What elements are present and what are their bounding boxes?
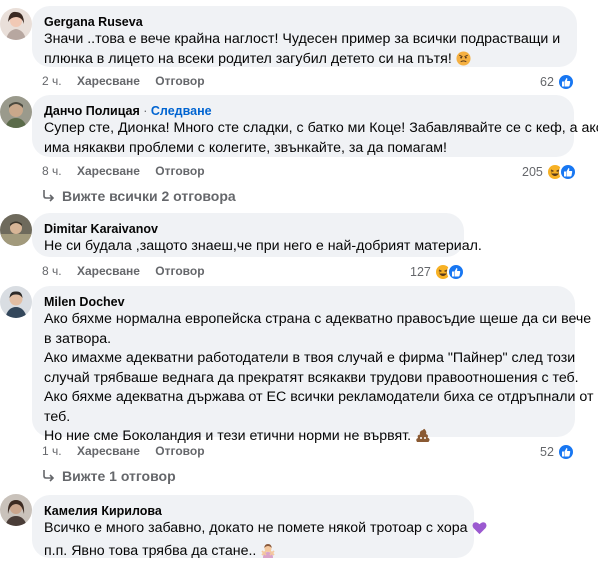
reply-button[interactable]: Отговор: [155, 444, 204, 458]
comment-author[interactable]: Gergana Ruseva: [44, 14, 565, 30]
view-replies-label: Вижте 1 отговор: [62, 468, 176, 484]
purple-heart-icon: [472, 521, 487, 542]
like-button[interactable]: Харесване: [77, 264, 140, 278]
avatar[interactable]: [0, 8, 32, 40]
like-reaction-icon: [556, 443, 575, 461]
like-button[interactable]: Харесване: [77, 74, 140, 88]
reaction-count: 52: [540, 445, 554, 459]
reply-arrow-icon: [43, 190, 55, 202]
comment-actions: 8 ч. Харесване Отговор: [42, 164, 217, 178]
avatar[interactable]: [0, 214, 32, 246]
comment-bubble: Gergana Ruseva Значи ..това е вече крайн…: [32, 6, 577, 67]
comment-time[interactable]: 8 ч.: [42, 164, 62, 178]
reaction-summary[interactable]: 205: [522, 162, 577, 182]
like-button[interactable]: Харесване: [77, 444, 140, 458]
person-gesturing-no-icon: [260, 542, 276, 564]
like-button[interactable]: Харесване: [77, 164, 140, 178]
reaction-summary[interactable]: 62: [540, 72, 575, 92]
like-reaction-icon: [556, 73, 575, 91]
comment-text: Супер сте, Дионка! Много сте сладки, с б…: [44, 120, 598, 156]
reply-button[interactable]: Отговор: [155, 264, 204, 278]
view-replies-link[interactable]: Вижте 1 отговор: [42, 468, 176, 484]
comment-actions: 1 ч. Харесване Отговор: [42, 444, 217, 458]
comment-author[interactable]: Камелия Кирилова: [44, 503, 462, 519]
reaction-count: 127: [410, 265, 431, 279]
view-replies-link[interactable]: Вижте всички 2 отговора: [42, 188, 236, 204]
pile-of-poo-icon: [415, 428, 431, 450]
reply-arrow-icon: [43, 470, 55, 482]
reaction-summary[interactable]: 52: [540, 442, 575, 462]
comment-actions: 8 ч. Харесване Отговор: [42, 264, 217, 278]
comment-time[interactable]: 8 ч.: [42, 264, 62, 278]
angry-face-icon: [456, 50, 471, 73]
like-reaction-icon: [558, 163, 577, 181]
comment-bubble: Данчо Полицая · Следване Супер сте, Дион…: [32, 95, 598, 157]
comment-text: Не си будала ,защото знаеш,че при него е…: [44, 238, 482, 254]
avatar[interactable]: [0, 96, 32, 128]
comment-text: Всичко е много забавно, докато не помете…: [44, 519, 487, 564]
reaction-count: 205: [522, 165, 543, 179]
view-replies-label: Вижте всички 2 отговора: [62, 188, 236, 204]
comment-actions: 2 ч. Харесване Отговор: [42, 74, 217, 88]
comment-time[interactable]: 2 ч.: [42, 74, 62, 88]
comment-text: Значи ..това е вече крайна наглост! Чуде…: [44, 30, 565, 72]
reply-button[interactable]: Отговор: [155, 74, 204, 88]
reply-button[interactable]: Отговор: [155, 164, 204, 178]
comment-text: Ако бяхме нормална европейска страна с а…: [44, 310, 594, 450]
comment-bubble: Камелия Кирилова Всичко е много забавно,…: [32, 495, 487, 559]
avatar[interactable]: [0, 286, 32, 318]
comment-author[interactable]: Dimitar Karaivanov: [44, 221, 452, 237]
comment-bubble: Dimitar Karaivanov Не си будала ,защото …: [32, 213, 482, 257]
like-reaction-icon: [446, 263, 465, 281]
comment-time[interactable]: 1 ч.: [42, 444, 62, 458]
separator-dot: ·: [139, 104, 151, 118]
avatar[interactable]: [0, 494, 32, 526]
comment-bubble: Milen Dochev Ако бяхме нормална европейс…: [32, 286, 594, 444]
comment-author: Данчо Полицая · Следване: [44, 103, 562, 119]
follow-button[interactable]: Следване: [151, 104, 212, 118]
reaction-summary[interactable]: 127: [410, 262, 465, 282]
reaction-count: 62: [540, 75, 554, 89]
comment-author-name[interactable]: Данчо Полицая: [44, 104, 140, 118]
comment-author[interactable]: Milen Dochev: [44, 294, 563, 310]
